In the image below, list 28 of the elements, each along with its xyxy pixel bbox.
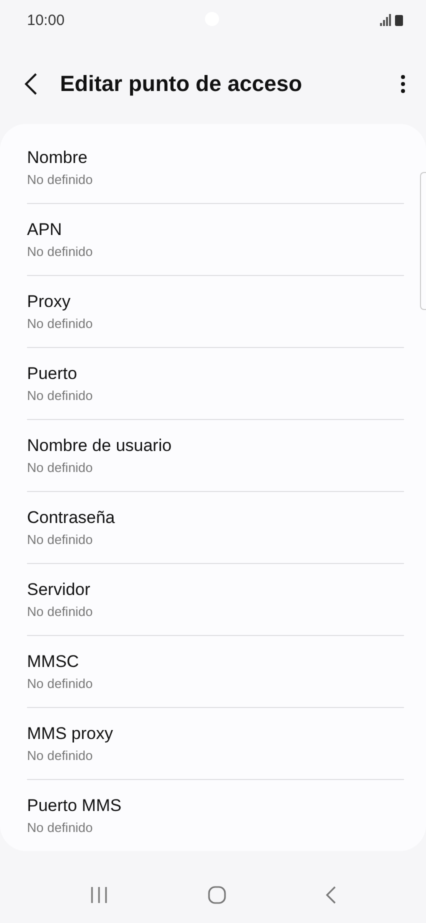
- status-time: 10:00: [27, 12, 65, 28]
- field-label[interactable]: Contraseña: [27, 507, 404, 529]
- field-value: No definido: [27, 747, 94, 765]
- field-value: No definido: [27, 315, 94, 333]
- back-button[interactable]: [24, 73, 38, 95]
- recent-apps-button[interactable]: [90, 887, 108, 903]
- field-label[interactable]: Nombre de usuario: [27, 435, 404, 457]
- field-label[interactable]: MMSC: [27, 651, 404, 673]
- field-label[interactable]: Puerto MMS: [27, 795, 404, 817]
- back-nav-button[interactable]: [326, 886, 336, 904]
- field-label[interactable]: APN: [27, 219, 404, 241]
- more-options-button[interactable]: [400, 74, 406, 94]
- field-label[interactable]: MMS proxy: [27, 723, 404, 745]
- field-value: No definido: [27, 171, 94, 189]
- field-label[interactable]: Puerto: [27, 363, 404, 385]
- page-title: Editar punto de acceso: [60, 71, 304, 97]
- field-label[interactable]: Servidor: [27, 579, 404, 601]
- field-value: No definido: [27, 387, 94, 405]
- field-label[interactable]: Proxy: [27, 291, 404, 313]
- field-value: No definido: [27, 531, 94, 549]
- signal-battery-icon: [380, 14, 404, 26]
- field-value: No definido: [27, 459, 94, 477]
- field-value: No definido: [27, 243, 94, 261]
- field-value: No definido: [27, 603, 94, 621]
- field-value: No definido: [27, 675, 94, 693]
- field-label[interactable]: Nombre: [27, 147, 404, 169]
- home-button[interactable]: [208, 886, 226, 904]
- field-value: No definido: [27, 819, 94, 837]
